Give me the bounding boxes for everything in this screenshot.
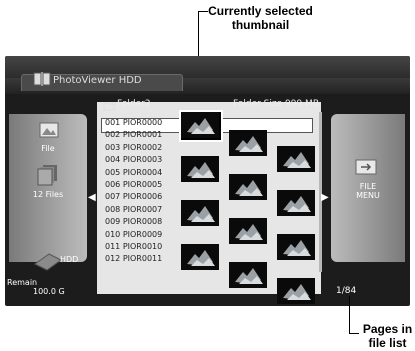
callout-line-top-h: [198, 11, 208, 12]
callout-line-bottom-h: [349, 333, 359, 334]
thumbnail-selected[interactable]: [179, 110, 223, 142]
folder-icon: [103, 102, 115, 111]
file-list-item[interactable]: 003 PIOR0002: [105, 143, 162, 152]
callout-top-line2: thumbnail: [231, 18, 290, 32]
app-title: PhotoViewer HDD: [53, 75, 142, 86]
callout-line-bottom-v: [349, 296, 350, 334]
page-indicator: 1/84: [336, 286, 357, 296]
folder-name: Folder2: [117, 99, 151, 109]
thumbnail[interactable]: [277, 278, 315, 304]
file-icon[interactable]: [39, 122, 59, 138]
callout-selected-thumbnail: Currently selected thumbnail: [198, 4, 323, 32]
thumbnail[interactable]: [229, 262, 267, 288]
thumbnail[interactable]: [277, 234, 315, 260]
file-list-item[interactable]: 005 PIOR0004: [105, 168, 162, 177]
prev-page-arrow[interactable]: ◀: [88, 192, 96, 203]
files-stack-icon: [37, 165, 57, 186]
next-page-arrow[interactable]: ▶: [321, 192, 329, 203]
remain-label: Remain: [7, 278, 38, 287]
file-menu-icon[interactable]: [355, 159, 377, 175]
thumbnail[interactable]: [229, 218, 267, 244]
file-list-item[interactable]: 006 PIOR0005: [105, 180, 162, 189]
thumbnail[interactable]: [229, 130, 267, 156]
file-list-item[interactable]: 007 PIOR0006: [105, 192, 162, 201]
file-label: File: [41, 144, 55, 153]
file-list-area: Folder2 Folder Size 999 MB 001 PIOR0000 0…: [97, 99, 322, 304]
right-panel: FILE MENU: [331, 114, 405, 262]
file-count: 12 Files: [32, 190, 64, 199]
callout-bottom-line2: file list: [368, 336, 407, 350]
thumbnail[interactable]: [229, 174, 267, 200]
hdd-label: HDD: [60, 255, 79, 264]
file-list-item[interactable]: 001 PIOR0000: [105, 118, 162, 127]
thumbnail[interactable]: [181, 200, 219, 226]
file-list-item[interactable]: 008 PIOR0007: [105, 205, 162, 214]
thumbnail[interactable]: [277, 146, 315, 172]
callout-top-line1: Currently selected: [208, 4, 313, 18]
thumbnail[interactable]: [181, 156, 219, 182]
tv-screen: PhotoViewer HDD File 12 Files ◀ HDD Rema…: [5, 56, 410, 306]
file-list-item[interactable]: 009 PIOR0008: [105, 217, 162, 226]
hdd-icon: [34, 253, 62, 271]
file-menu-line1: FILE: [359, 182, 377, 191]
file-menu-line2: MENU: [356, 191, 380, 200]
folder-size: Folder Size 999 MB: [233, 99, 319, 109]
thumbnail[interactable]: [277, 190, 315, 216]
file-list-item[interactable]: 010 PIOR0009: [105, 230, 162, 239]
file-list-item[interactable]: 011 PIOR0010: [105, 242, 162, 251]
left-panel: File 12 Files: [9, 114, 87, 262]
callout-pages-in-file-list: Pages in file list: [360, 322, 415, 350]
photoviewer-book-icon: [33, 72, 51, 86]
thumbnail[interactable]: [181, 244, 219, 270]
file-list-item[interactable]: 004 PIOR0003: [105, 155, 162, 164]
file-list-item[interactable]: 002 PIOR0001: [105, 130, 162, 139]
callout-bottom-line1: Pages in: [362, 322, 413, 336]
remain-value: 100.0 G: [33, 287, 65, 296]
file-list-item[interactable]: 012 PIOR0011: [105, 254, 162, 263]
